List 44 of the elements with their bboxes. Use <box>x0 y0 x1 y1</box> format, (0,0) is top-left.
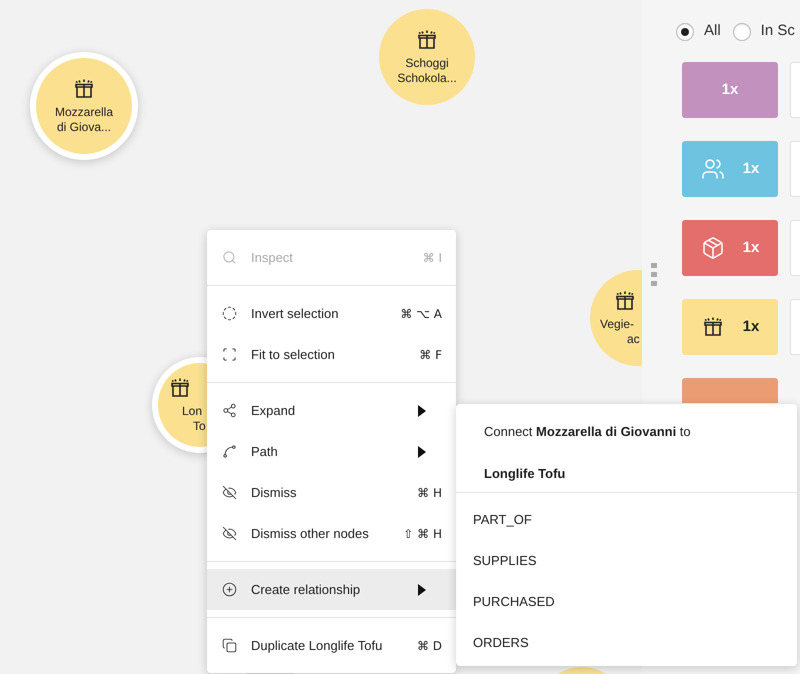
node-label: Vegie- <box>600 317 634 332</box>
menu-item[interactable]: Duplicate Longlife Tofu ⌘ D <box>207 625 456 666</box>
node-label: To <box>192 419 206 434</box>
node-label: ac <box>626 332 640 347</box>
target-node-name: Longlife Tofu <box>484 464 566 483</box>
node-label: Mozzarella <box>54 105 114 120</box>
relationship-option[interactable]: PURCHASED <box>456 581 797 622</box>
menu-label: Expand <box>251 402 296 420</box>
connect-text: Connect Mozzarella di Giovanni to <box>484 423 692 441</box>
node-label: Schokola... <box>397 71 457 86</box>
node-label: Lon <box>182 404 202 419</box>
node-label: Schoggi <box>405 56 449 71</box>
relationship-option[interactable]: ORDERS <box>456 622 797 663</box>
filter-radio[interactable]: In Sc <box>732 20 795 43</box>
menu-label: Dismiss <box>251 484 296 502</box>
count-label: 1x <box>722 80 738 100</box>
count-label: 1x <box>742 158 760 179</box>
shortcut-label: ⌘ ⌥ A <box>400 306 442 322</box>
menu-label: Path <box>251 442 278 461</box>
menu-label: Dismiss other nodes <box>251 524 369 543</box>
menu-label: Inspect <box>251 248 293 267</box>
node-label: di Giova... <box>56 120 112 135</box>
shortcut-label: ⌘ I <box>422 250 442 266</box>
relationship-option[interactable]: PART_OF <box>456 499 797 540</box>
menu-item[interactable]: Dismiss other nodes ⇧ ⌘ H <box>207 513 456 554</box>
relationship-option[interactable]: SUPPLIES <box>456 540 797 581</box>
shortcut-label: ⌘ F <box>419 346 442 364</box>
menu-item[interactable]: Fit to selection ⌘ F <box>207 334 456 375</box>
shortcut-label: ⌘ H <box>417 484 442 502</box>
menu-item[interactable]: Path <box>207 431 456 472</box>
menu-label: Create relationship <box>251 580 360 599</box>
menu-label: Fit to selection <box>251 346 335 364</box>
filter-radio[interactable]: All <box>676 20 721 43</box>
count-label: 1x <box>742 316 760 337</box>
category-tile[interactable]: 1x <box>682 299 778 355</box>
menu-label: Duplicate Longlife Tofu <box>251 636 382 655</box>
menu-label: Invert selection <box>251 304 338 323</box>
shortcut-label: ⌘ D <box>416 638 442 654</box>
menu-item[interactable]: Expand <box>207 390 456 431</box>
menu-item[interactable]: Invert selection ⌘ ⌥ A <box>207 293 456 334</box>
menu-item[interactable]: Dismiss ⌘ H <box>207 472 456 513</box>
menu-item[interactable]: Create relationship <box>207 569 456 610</box>
shortcut-label: ⇧ ⌘ H <box>403 526 442 542</box>
count-label: 1x <box>742 238 760 258</box>
